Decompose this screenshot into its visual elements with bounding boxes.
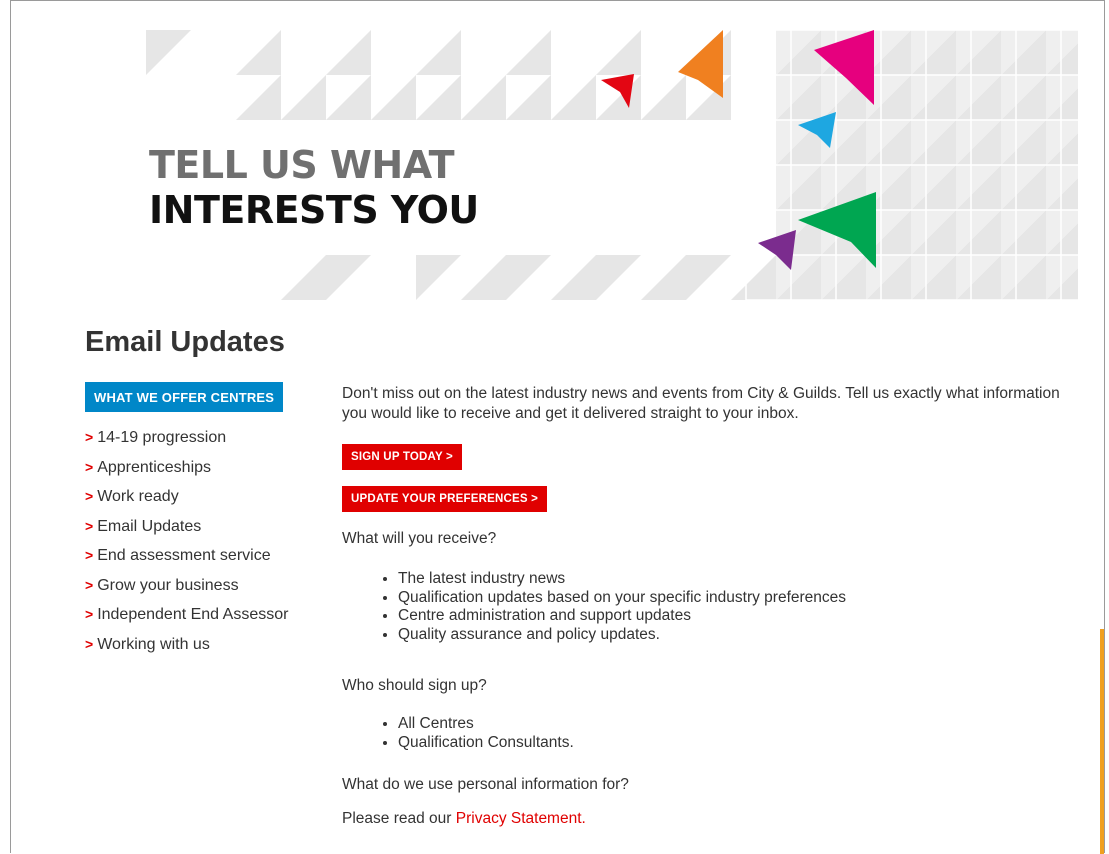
sidebar: WHAT WE OFFER CENTRES >14-19 progression… [85, 382, 330, 659]
chevron-right-icon: > [85, 576, 94, 593]
chevron-right-icon: > [85, 429, 94, 445]
hero-banner: TELL US WHAT INTERESTS YOU [146, 30, 1078, 300]
privacy-text: Please read our Privacy Statement. [342, 810, 586, 827]
receive-list: The latest industry news Qualification u… [342, 570, 846, 644]
chevron-right-icon: > [85, 517, 94, 534]
sign-up-button[interactable]: SIGN UP TODAY > [342, 444, 462, 470]
intro-text: Don't miss out on the latest industry ne… [342, 385, 1060, 422]
list-item: The latest industry news [398, 570, 846, 589]
chevron-right-icon: > [85, 488, 94, 504]
chevron-right-icon: > [85, 547, 94, 563]
list-item: All Centres [398, 715, 574, 734]
sidebar-item-email-updates[interactable]: > Email Updates [85, 512, 330, 542]
sidebar-header[interactable]: WHAT WE OFFER CENTRES [85, 382, 284, 412]
list-item: Centre administration and support update… [398, 607, 846, 626]
sidebar-item-14-19-progression[interactable]: >14-19 progression [85, 423, 330, 453]
sidebar-item-grow-your-business[interactable]: > Grow your business [85, 571, 330, 601]
list-item: Qualification Consultants. [398, 734, 574, 753]
banner-headline-line2: INTERESTS YOU [149, 188, 479, 232]
banner-headline-line1: TELL US WHAT [149, 143, 455, 187]
chevron-right-icon: > [85, 606, 94, 622]
privacy-statement-link[interactable]: Privacy Statement. [456, 810, 586, 827]
question-who: Who should sign up? [342, 677, 487, 694]
sidebar-nav: >14-19 progression > Apprenticeships > Wor… [85, 423, 330, 659]
list-item: Qualification updates based on your spec… [398, 589, 846, 608]
main-content: Don't miss out on the latest industry ne… [342, 384, 1082, 827]
chevron-right-icon: > [85, 458, 94, 475]
sidebar-item-apprenticeships[interactable]: > Apprenticeships [85, 453, 330, 483]
update-preferences-button[interactable]: UPDATE YOUR PREFERENCES > [342, 486, 548, 512]
sidebar-item-end-assessment-service[interactable]: > End assessment service [85, 541, 330, 571]
list-item: Quality assurance and policy updates. [398, 626, 846, 645]
page-title: Email Updates [85, 326, 285, 358]
question-personal-info: What do we use personal information for? [342, 776, 629, 793]
sidebar-item-work-ready[interactable]: > Work ready [85, 482, 330, 512]
chevron-right-icon: > [85, 635, 94, 652]
sidebar-item-independent-end-assessor[interactable]: > Independent End Assessor [85, 600, 330, 630]
accent-strip [1100, 629, 1104, 854]
sidebar-item-working-with-us[interactable]: > Working with us [85, 630, 330, 660]
who-list: All Centres Qualification Consultants. [342, 715, 574, 752]
question-receive: What will you receive? [342, 530, 497, 547]
